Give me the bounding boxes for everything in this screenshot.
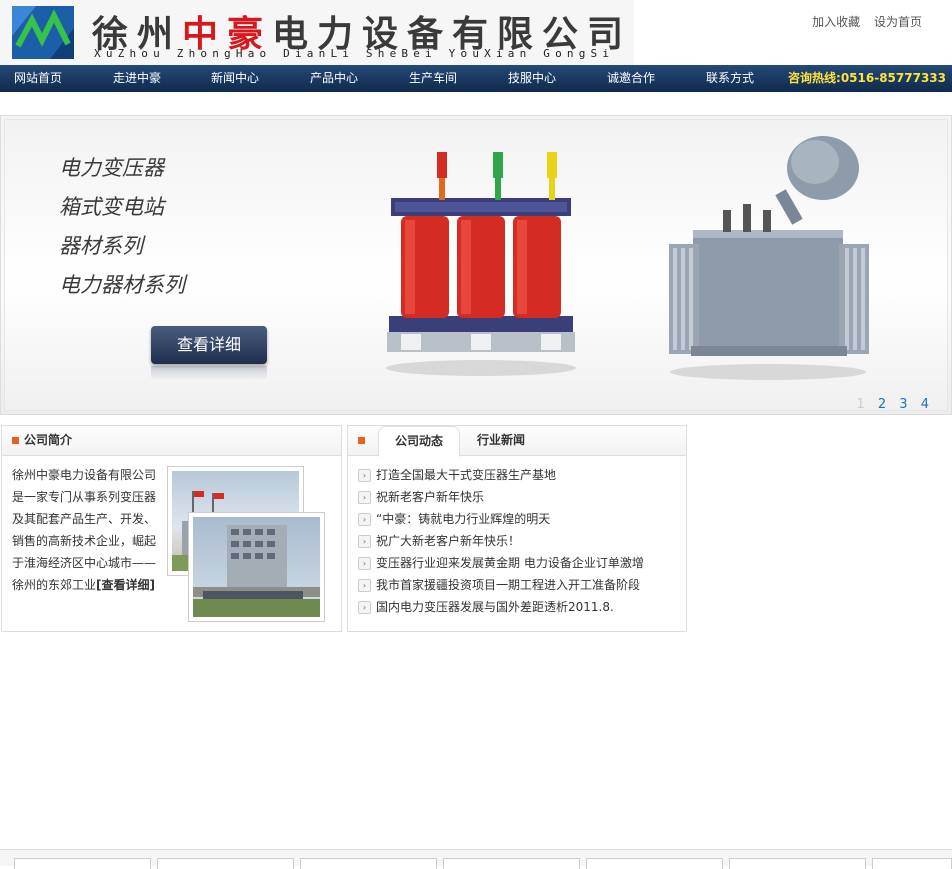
news-arrow-icon: ›: [358, 469, 371, 482]
nav-item-workshop[interactable]: 生产车间: [409, 65, 457, 92]
news-arrow-icon: ›: [358, 579, 371, 592]
site-header: 徐州中豪电力设备有限公司 XuZhou ZhongHao DianLi SheB…: [0, 0, 952, 66]
news-arrow-icon: ›: [358, 513, 371, 526]
product-thumb[interactable]: [14, 858, 151, 869]
list-item[interactable]: › 打造全国最大干式变压器生产基地: [358, 464, 644, 486]
nav-item-cooperation[interactable]: 诚邀合作: [607, 65, 655, 92]
nav-item-contact[interactable]: 联系方式: [706, 65, 754, 92]
tab-industry-news[interactable]: 行业新闻: [464, 426, 538, 455]
product-thumb[interactable]: [300, 858, 437, 869]
list-item[interactable]: › 祝新老客户新年快乐: [358, 486, 644, 508]
list-item[interactable]: › 我市首家援疆投资项目一期工程进入开工准备阶段: [358, 574, 644, 596]
set-homepage-link[interactable]: 设为首页: [874, 15, 922, 29]
banner-slider: 电力变压器 箱式变电站 器材系列 电力器材系列 查看详细 1 2 3 4: [0, 115, 952, 415]
bullet-square-icon: [358, 437, 365, 444]
list-item[interactable]: › 祝广大新老客户新年快乐！: [358, 530, 644, 552]
product-thumb[interactable]: [586, 858, 723, 869]
banner-line: 电力器材系列: [59, 273, 185, 297]
banner-line: 箱式变电站: [59, 195, 164, 219]
panel-header: 公司简介: [2, 426, 341, 456]
product-thumb[interactable]: [443, 858, 580, 869]
nav-item-products[interactable]: 产品中心: [310, 65, 358, 92]
intro-text: 徐州中豪电力设备有限公司是一家专门从事系列变压器及其配套产品生产、开发、销售的高…: [12, 468, 157, 592]
news-arrow-icon: ›: [358, 601, 371, 614]
pager-item[interactable]: 3: [899, 397, 907, 412]
logo-mark-icon: [12, 6, 74, 59]
news-arrow-icon: ›: [358, 557, 371, 570]
pager-item[interactable]: 4: [921, 397, 929, 412]
banner-pager: 1 2 3 4: [847, 397, 929, 412]
news-list: › 打造全国最大干式变压器生产基地 › 祝新老客户新年快乐 › “中豪：铸就电力行业辉…: [358, 464, 644, 618]
nav-item-service[interactable]: 技服中心: [508, 65, 556, 92]
logo-english-name: XuZhou ZhongHao DianLi SheBei YouXian Go…: [94, 47, 615, 60]
list-item[interactable]: › 国内电力变压器发展与国外差距透析2011.8.: [358, 596, 644, 618]
pager-item[interactable]: 2: [878, 397, 886, 412]
view-detail-link[interactable]: [查看详细]: [96, 578, 155, 592]
button-reflection: [151, 366, 267, 380]
list-item[interactable]: › 变压器行业迎来发展黄金期 电力设备企业订单激增: [358, 552, 644, 574]
banner-line: 器材系列: [59, 234, 143, 258]
view-detail-button[interactable]: 查看详细: [151, 326, 267, 364]
product-thumb[interactable]: [157, 858, 294, 869]
company-photo-front: [188, 512, 325, 622]
nav-item-home[interactable]: 网站首页: [14, 65, 62, 92]
product-thumb[interactable]: [729, 858, 866, 869]
site-logo[interactable]: 徐州中豪电力设备有限公司 XuZhou ZhongHao DianLi SheB…: [0, 0, 634, 66]
bullet-square-icon: [12, 437, 19, 444]
product-strip: [0, 849, 952, 869]
tab-company-news[interactable]: 公司动态: [378, 426, 460, 457]
banner-line: 电力变压器: [59, 156, 164, 180]
company-intro-panel: 公司简介 徐州中豪电力设备有限公司是一家专门从事系列变压器及其配套产品生产、开发…: [1, 425, 342, 632]
dry-transformer-image: [386, 152, 576, 376]
news-arrow-icon: ›: [358, 491, 371, 504]
nav-item-about[interactable]: 走进中豪: [113, 65, 161, 92]
oil-transformer-image: [669, 136, 869, 380]
pager-item[interactable]: 1: [856, 397, 864, 412]
panel-header: 公司动态 行业新闻: [348, 426, 686, 457]
news-panel: 公司动态 行业新闻 › 打造全国最大干式变压器生产基地 › 祝新老客户新年快乐 › “…: [347, 425, 687, 632]
panel-title: 公司简介: [24, 433, 73, 447]
top-links: 加入收藏 设为首页: [802, 13, 922, 30]
banner-slide[interactable]: 电力变压器 箱式变电站 器材系列 电力器材系列 查看详细 1 2 3 4: [4, 119, 948, 412]
nav-item-news[interactable]: 新闻中心: [211, 65, 259, 92]
add-favorite-link[interactable]: 加入收藏: [812, 15, 860, 29]
product-thumb[interactable]: [872, 858, 952, 869]
list-item[interactable]: › “中豪：铸就电力行业辉煌的明天: [358, 508, 644, 530]
hotline: 咨询热线:0516-85777333: [788, 71, 946, 85]
news-arrow-icon: ›: [358, 535, 371, 548]
main-nav: 网站首页 走进中豪 新闻中心 产品中心 生产车间 技服中心 诚邀合作 联系方式 …: [0, 65, 952, 92]
